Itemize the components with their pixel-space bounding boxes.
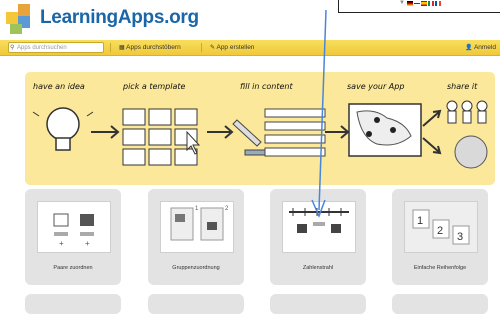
- annotation-arrow-icon: [311, 9, 327, 218]
